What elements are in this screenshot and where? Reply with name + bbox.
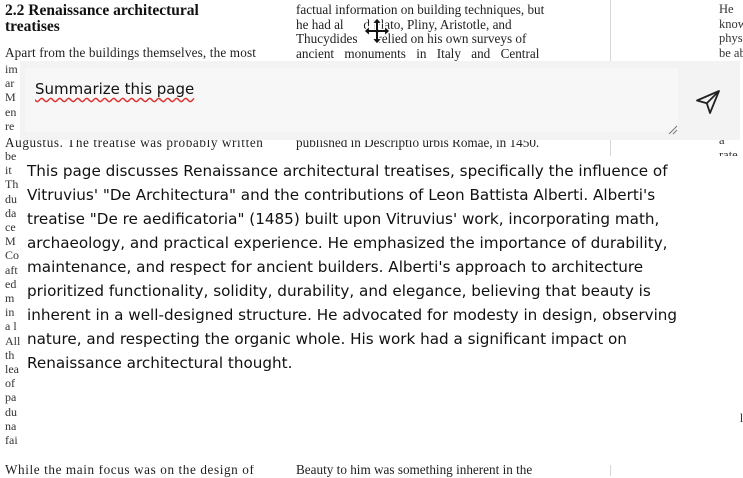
- left-column-edge: im ar M en re be it Th du da ce M Co aft ed m in a …: [5, 62, 21, 448]
- middle-column-line: factual information on building techniqu…: [296, 3, 545, 17]
- middle-column-line: he had al d Plato, Pliny, Aristotle, and: [296, 18, 512, 32]
- middle-column-line: Thucydides relied on his own surveys of: [296, 32, 527, 46]
- section-heading: 2.2 Renaissance architectural treatises: [5, 3, 275, 35]
- left-column-line: Apart from the buildings themselves, the…: [5, 46, 257, 60]
- resize-grip-icon[interactable]: [668, 122, 678, 135]
- summary-text: This page discusses Renaissance architec…: [27, 162, 678, 372]
- heading-line-2: treatises: [5, 18, 60, 35]
- middle-column-line: Beauty to him was something inherent in …: [296, 463, 533, 477]
- move-arrows-icon[interactable]: [363, 17, 391, 45]
- left-column-line: While the main focus was on the design o…: [5, 463, 255, 477]
- prompt-text[interactable]: Summarize this page: [35, 80, 194, 98]
- send-paper-plane-icon: [696, 90, 720, 114]
- prompt-input[interactable]: [25, 68, 678, 132]
- middle-column-line: ancient monuments in Italy and Central: [296, 47, 540, 61]
- heading-line-1: 2.2 Renaissance architectural: [5, 2, 199, 19]
- send-button[interactable]: [690, 84, 726, 120]
